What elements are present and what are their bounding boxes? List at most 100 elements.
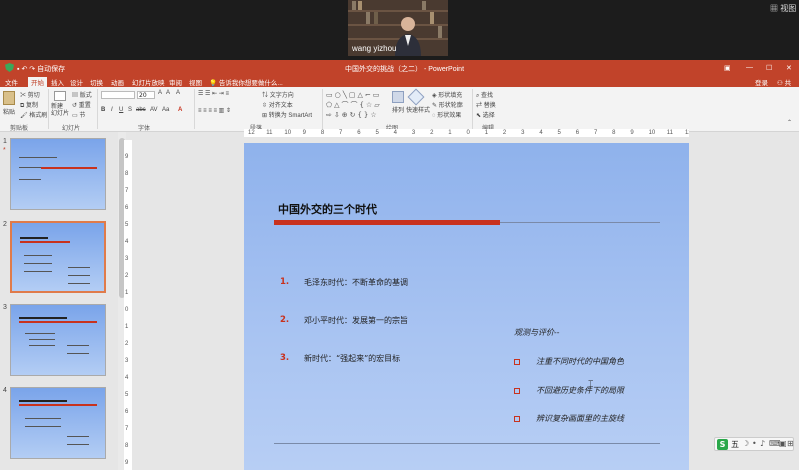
font-name-dropdown[interactable] [101,91,135,99]
underline-button[interactable]: U [119,107,123,113]
shape-fill-button[interactable]: ◈ 形状填充 [432,90,462,99]
select-button[interactable]: ⬉ 选择 [476,110,495,119]
participant-name: wang yizhou [352,44,397,53]
participant-avatar [395,17,421,56]
evaluation-item[interactable]: 不回避历史条件下的局限 [536,385,624,396]
redo-icon[interactable]: ↷ [29,66,35,73]
align-text-button[interactable]: ⇳ 对齐文本 [262,100,293,109]
horizontal-ruler: 1211109876543210123456789101112 [244,129,689,137]
tab-review[interactable]: 审阅 [166,77,185,87]
arrange-icon[interactable] [392,91,404,103]
ribbon-display-icon[interactable]: ▣ [724,64,731,72]
menu-icon[interactable]: ⊞ [787,439,794,448]
slide-title[interactable]: 中国外交的三个时代 [278,201,377,217]
clear-format-button[interactable]: A [176,90,180,96]
new-slide-button[interactable]: 新建 幻灯片 [51,104,69,118]
new-slide-icon[interactable] [54,91,66,101]
copy-button[interactable]: ⧉ 复制 [20,100,38,110]
microphone-icon[interactable]: ♪ [760,439,765,448]
maximize-icon[interactable]: ☐ [766,64,772,72]
thumbnail-slide-3[interactable] [10,304,106,376]
tab-design[interactable]: 设计 [67,77,86,87]
share-button[interactable]: ⚇ 共享 [774,77,799,97]
moon-icon[interactable]: ☽ [742,439,749,448]
shape-outline-button[interactable]: ✎ 形状轮廓 [432,100,463,109]
tab-home[interactable]: 开始 [28,77,47,87]
thumbnail-slide-4[interactable] [10,387,106,459]
shadow-button[interactable]: S [128,107,132,113]
shapes-gallery[interactable]: ▭○╲▢△⌐▭ ⬠△⌒⌒{☆▱ ⇨⇩⊕↻{}☆ [326,90,384,120]
char-spacing-button[interactable]: AV [150,107,158,113]
sign-in-link[interactable]: 登录 [752,77,771,87]
quick-styles-button[interactable]: 快速样式 [406,105,430,114]
list-item-text[interactable]: 毛泽东时代：不断革命的基调 [304,277,408,288]
skin-icon[interactable]: ▣ [779,439,787,448]
align-buttons[interactable]: ≡ ≡ ≡ ≡ ▥ ⇕ [198,107,231,114]
paste-icon[interactable] [3,91,15,105]
collapse-ribbon-icon[interactable]: ⌃ [787,119,792,126]
bullets-button[interactable]: ☰ ☰ ⇤ ⇥ ≡ [198,90,229,97]
evaluation-item[interactable]: 注重不同时代的中国角色 [536,356,624,367]
evaluation-heading[interactable]: 观测与评价-- [514,327,559,338]
smartart-button[interactable]: ⊞ 转换为 SmartArt [262,110,312,119]
list-item-text[interactable]: 新时代：“强起来”的宏目标 [304,353,400,364]
ime-logo-icon: S [717,439,728,450]
thumbnail-slide-2[interactable] [10,221,106,293]
ime-toolbar[interactable]: S 五 ☽ • ♪ ⌨ ▣ ⊞ [714,437,794,451]
reset-icon: ↺ [72,103,78,109]
ruler-tick-label: 12 [685,130,689,136]
undo-icon[interactable]: ↶ [21,66,27,73]
font-grow-button[interactable]: A [158,90,162,96]
tab-animations[interactable]: 动画 [108,77,127,87]
ruler-tick-label: 5 [375,130,379,136]
tab-insert[interactable]: 插入 [48,77,67,87]
change-case-button[interactable]: Aa [162,107,169,113]
close-icon[interactable]: ✕ [786,64,792,72]
list-item-text[interactable]: 邓小平时代：发展第一的宗旨 [304,315,408,326]
ruler-tick-label: 5 [557,130,561,136]
ruler-tick-label: 4 [393,130,397,136]
effects-icon: ◌ [432,113,436,119]
save-icon[interactable]: ▪ [17,66,19,73]
tell-me-search[interactable]: 💡 告诉我你想要做什么... [206,77,286,87]
lightbulb-icon: 💡 [209,80,218,87]
ruler-tick-label: 7 [339,130,343,136]
cut-button[interactable]: ✂ 剪切 [20,90,40,99]
arrange-button[interactable]: 排列 [392,105,404,114]
section-button[interactable]: ▭ 节 [72,110,85,119]
bottom-divider-line [274,443,660,444]
shield-icon [5,63,14,72]
reset-button[interactable]: ↺ 重置 [72,100,91,109]
evaluation-item[interactable]: 辨识复杂画面里的主旋线 [536,413,624,424]
paste-button[interactable]: 粘贴 [3,107,15,116]
text-direction-button[interactable]: ⇅ 文字方向 [262,90,294,99]
font-color-button[interactable]: A [178,107,182,113]
tab-transitions[interactable]: 切换 [87,77,106,87]
ruler-tick-label: 12 [248,130,255,136]
find-button[interactable]: ⌕ 查找 [476,90,493,100]
italic-button[interactable]: I [111,107,113,113]
ime-mode-label[interactable]: 五 [731,439,739,450]
format-painter-button[interactable]: 🖌 格式刷 [20,110,47,119]
tab-file[interactable]: 文件 [2,77,21,87]
view-button[interactable]: ▦ 视图 [770,3,796,14]
quick-access-toolbar[interactable]: ▪ ↶ ↷ 自动保存 [17,64,65,74]
shape-effects-button[interactable]: ◌ 形状效果 [432,110,461,119]
minimize-icon[interactable]: — [746,64,753,71]
font-size-dropdown[interactable]: 20 [137,91,155,99]
tab-view[interactable]: 视图 [186,77,205,87]
person-icon: ⚇ [777,80,783,87]
ruler-tick-label: 9 [302,130,306,136]
tab-slideshow[interactable]: 幻灯片放映 [129,77,168,87]
replace-button[interactable]: ⇄ 替换 [476,100,496,109]
slide-thumbnails-panel: 1 * 2 3 4 [0,132,118,470]
layout-button[interactable]: ▤ 版式 [72,90,92,99]
quick-styles-icon[interactable] [407,88,425,106]
bold-button[interactable]: B [101,107,105,113]
strikethrough-button[interactable]: abc [136,107,146,113]
punctuation-icon[interactable]: • [752,439,757,448]
ruler-tick-label: 6 [575,130,580,136]
thumbnail-slide-1[interactable] [10,138,106,210]
font-shrink-button[interactable]: A [166,90,170,96]
slide-canvas[interactable]: 中国外交的三个时代 1. 毛泽东时代：不断革命的基调 2. 邓小平时代：发展第一… [244,143,689,470]
